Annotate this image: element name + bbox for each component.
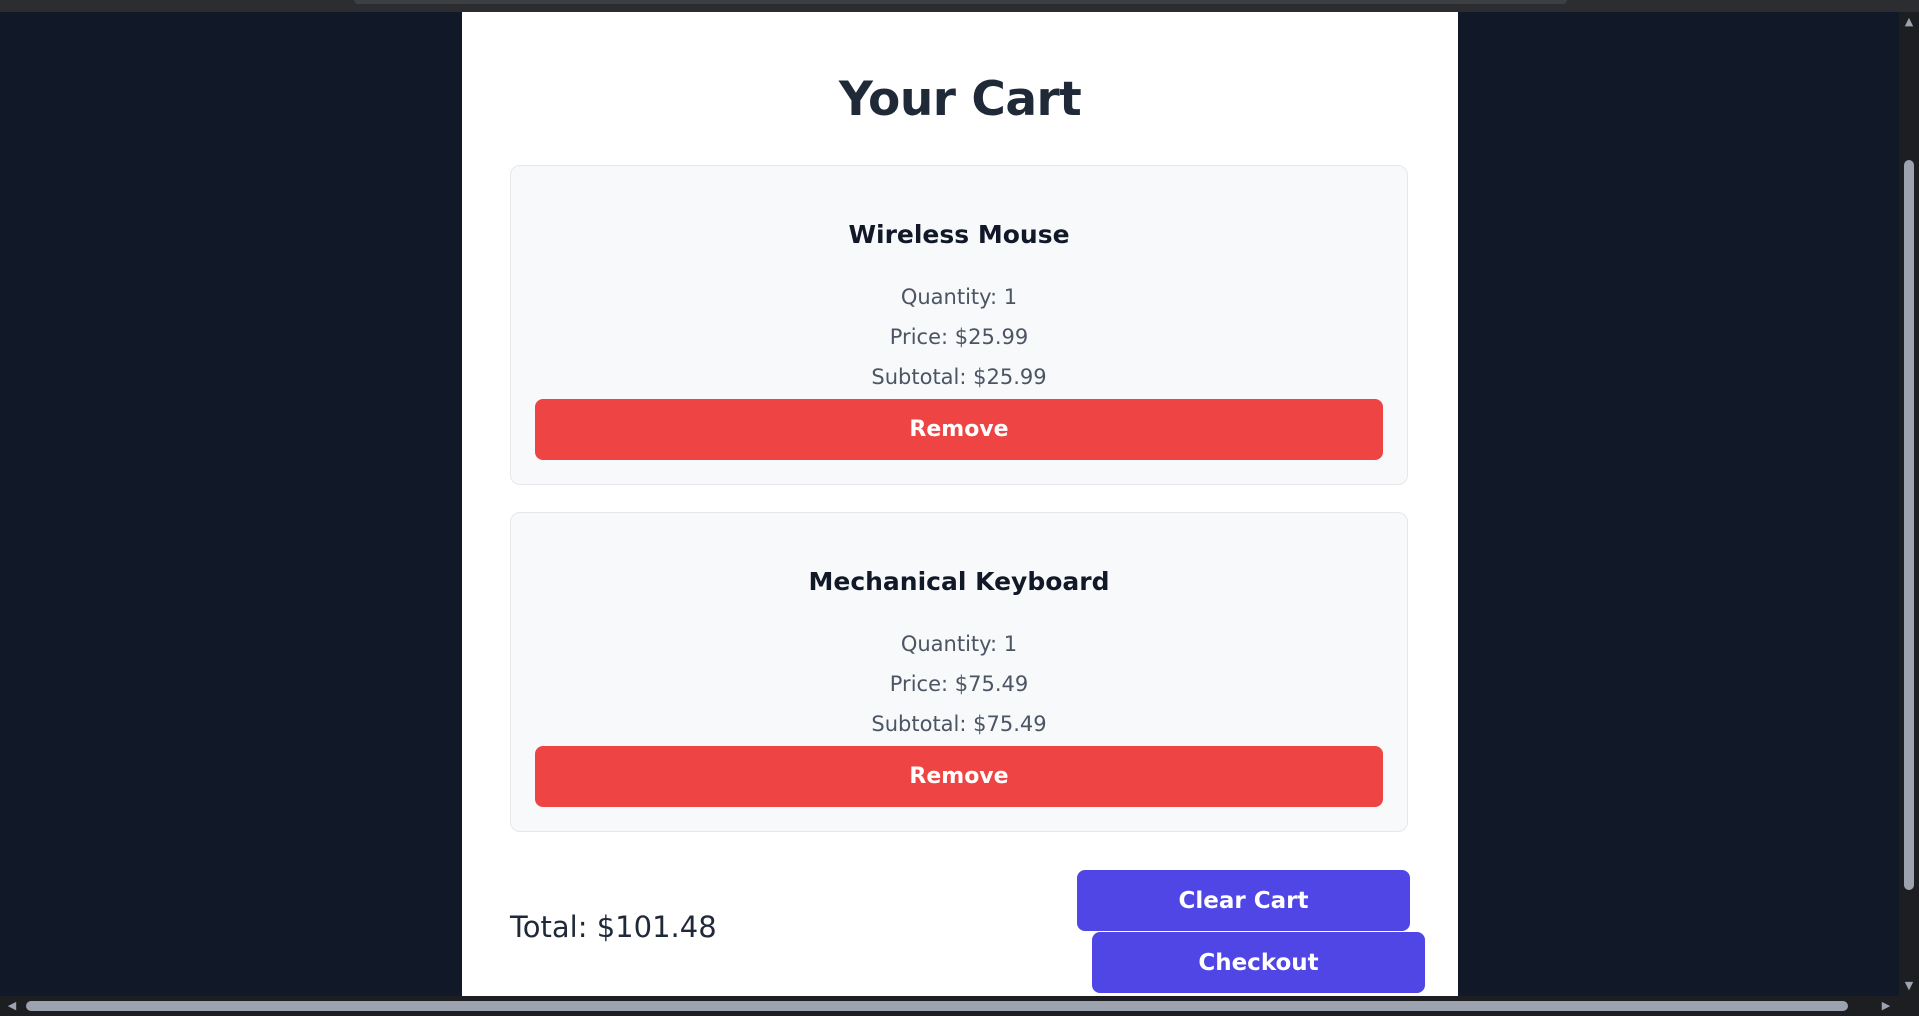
item-quantity: Quantity: 1 — [900, 285, 1018, 309]
vertical-scrollbar[interactable]: ▲ ▼ — [1899, 12, 1919, 996]
scroll-up-icon[interactable]: ▲ — [1899, 14, 1919, 30]
clear-cart-button[interactable]: Clear Cart — [1077, 870, 1410, 931]
remove-button[interactable]: Remove — [535, 399, 1383, 460]
vertical-scroll-thumb[interactable] — [1904, 160, 1914, 890]
item-price: Price: $25.99 — [889, 325, 1029, 349]
checkout-button[interactable]: Checkout — [1092, 932, 1425, 993]
cart-page: Your Cart Wireless Mouse Quantity: 1 Pri… — [462, 12, 1458, 996]
scroll-left-icon[interactable]: ◀ — [2, 996, 22, 1016]
item-subtotal: Subtotal: $25.99 — [871, 365, 1047, 389]
remove-button[interactable]: Remove — [535, 746, 1383, 807]
page-title: Your Cart — [838, 72, 1082, 127]
item-name: Mechanical Keyboard — [808, 567, 1110, 596]
cart-item-card: Mechanical Keyboard Quantity: 1 Price: $… — [510, 512, 1408, 832]
horizontal-scroll-thumb[interactable] — [26, 1001, 1848, 1011]
cart-item-card: Wireless Mouse Quantity: 1 Price: $25.99… — [510, 165, 1408, 485]
browser-top-bar-strip — [354, 0, 1567, 4]
horizontal-scrollbar[interactable]: ◀ ▶ — [0, 996, 1919, 1016]
scroll-right-icon[interactable]: ▶ — [1876, 996, 1896, 1016]
item-name: Wireless Mouse — [848, 220, 1070, 249]
cart-total: Total: $101.48 — [510, 910, 717, 944]
scroll-down-icon[interactable]: ▼ — [1899, 978, 1919, 994]
item-subtotal: Subtotal: $75.49 — [871, 712, 1047, 736]
item-price: Price: $75.49 — [889, 672, 1029, 696]
browser-top-bar — [0, 0, 1919, 12]
item-quantity: Quantity: 1 — [900, 632, 1018, 656]
